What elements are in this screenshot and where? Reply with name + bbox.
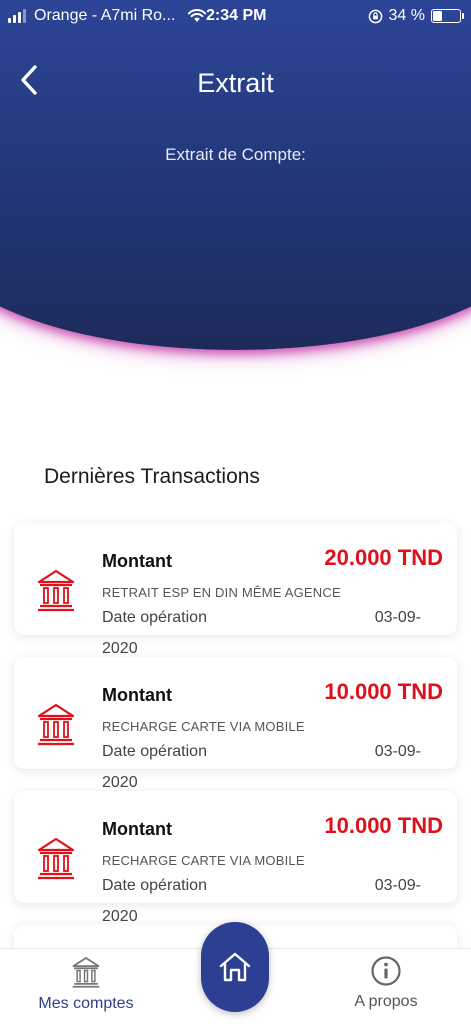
date-year: 2020: [102, 640, 138, 657]
date-year: 2020: [102, 908, 138, 925]
transaction-description: RECHARGE CARTE VIA MOBILE: [102, 719, 305, 734]
amount-label: Montant: [102, 819, 172, 839]
amount-label: Montant: [102, 685, 172, 705]
nav-mes-comptes[interactable]: Mes comptes: [16, 955, 156, 1013]
wifi-icon: [188, 9, 207, 22]
transaction-card[interactable]: Montant 20.000 TND RETRAIT ESP EN DIN MÊ…: [14, 523, 457, 657]
amount-value: 10.000 TND: [324, 679, 443, 704]
date-label: Date opération: [102, 609, 207, 626]
date-value: 03-09-: [374, 877, 421, 894]
date-label: Date opération: [102, 743, 207, 760]
bank-icon: [37, 837, 75, 880]
info-icon: [371, 956, 401, 986]
rotation-lock-icon: [368, 9, 382, 23]
transaction-description: RECHARGE CARTE VIA MOBILE: [102, 853, 305, 868]
bank-icon: [72, 957, 100, 988]
date-label: Date opération: [102, 877, 207, 894]
amount-label: Montant: [102, 551, 172, 571]
date-value: 03-09-: [374, 609, 421, 626]
home-icon: [219, 952, 251, 982]
page-subtitle: Extrait de Compte:: [165, 145, 306, 164]
extrait-screen: Orange - A7mi Ro... 2:34 PM 34 % Extrait…: [0, 0, 471, 1024]
nav-label-mes-comptes: Mes comptes: [38, 995, 134, 1012]
carrier-name: Orange - A7mi Ro...: [34, 7, 176, 24]
date-year: 2020: [102, 774, 138, 791]
nav-a-propos[interactable]: A propos: [316, 955, 456, 1011]
battery-percent: 34 %: [388, 7, 425, 24]
status-time: 2:34 PM: [206, 7, 267, 24]
amount-value: 10.000 TND: [324, 813, 443, 838]
signal-icon: [8, 9, 26, 23]
status-bar: Orange - A7mi Ro... 2:34 PM 34 %: [0, 0, 471, 34]
transaction-description: RETRAIT ESP EN DIN MÊME AGENCE: [102, 585, 341, 600]
status-right: 34 %: [368, 7, 464, 25]
bank-icon: [37, 569, 75, 612]
transaction-card[interactable]: Montant 10.000 TND RECHARGE CARTE VIA MO…: [14, 657, 457, 791]
home-button[interactable]: [201, 922, 269, 1012]
nav-label-a-propos: A propos: [354, 993, 418, 1010]
battery-icon: [431, 9, 464, 23]
bank-icon: [37, 703, 75, 746]
amount-value: 20.000 TND: [324, 545, 443, 570]
section-title: Dernières Transactions: [44, 465, 260, 488]
page-title: Extrait: [197, 68, 274, 98]
date-value: 03-09-: [374, 743, 421, 760]
header-background: [0, 0, 471, 350]
transaction-card[interactable]: Montant 10.000 TND RECHARGE CARTE VIA MO…: [14, 791, 457, 925]
status-left: Orange - A7mi Ro...: [8, 7, 207, 25]
